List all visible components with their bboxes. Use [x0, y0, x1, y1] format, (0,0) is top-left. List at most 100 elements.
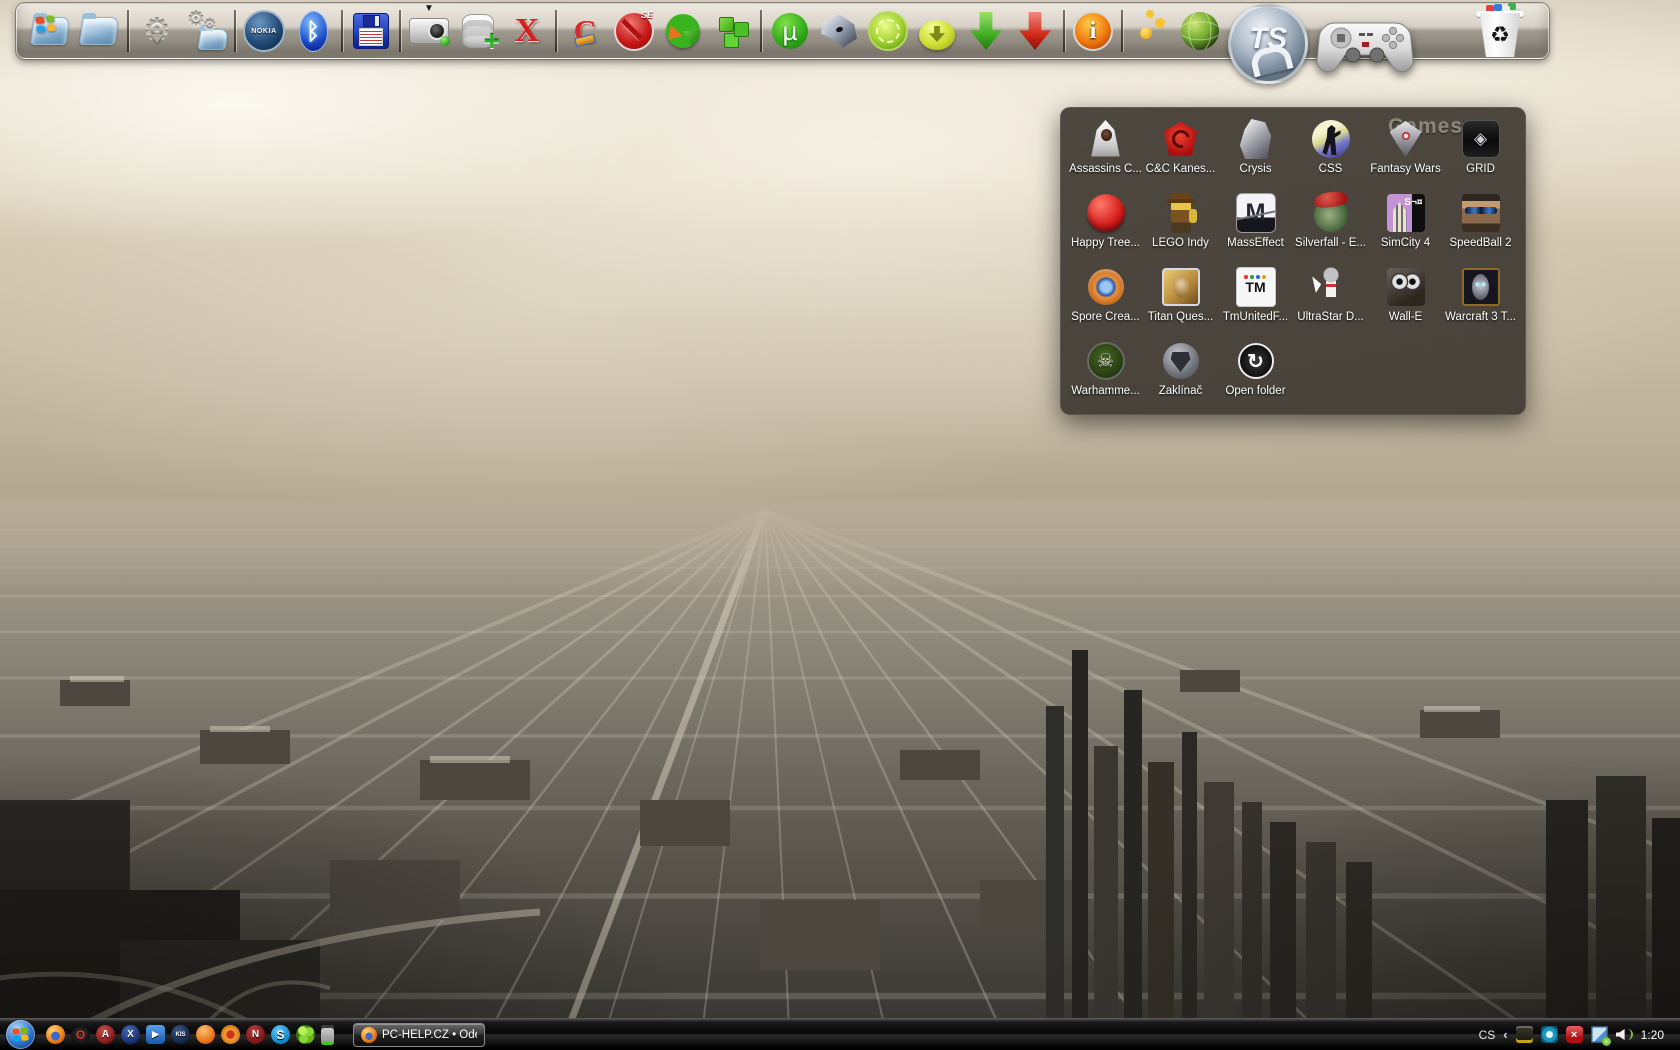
stack-item-titan-quest[interactable]: Titan Ques... [1143, 267, 1218, 341]
info-icon[interactable]: i [1072, 10, 1114, 52]
registry-cubes-icon[interactable] [711, 10, 753, 52]
wolf-p2p-icon[interactable] [818, 10, 860, 52]
silverfall-goblin-icon [1314, 198, 1348, 232]
red-button-icon [1087, 194, 1125, 232]
messenger-dots-icon[interactable] [1130, 10, 1172, 52]
stack-item-spore[interactable]: Spore Crea... [1068, 267, 1143, 341]
language-indicator[interactable]: CS [1479, 1028, 1496, 1042]
skype-icon[interactable]: S [271, 1025, 290, 1044]
tray-webcam-icon[interactable] [1516, 1026, 1533, 1043]
task-button-label: PC-HELP.CZ • Odesl... [382, 1029, 477, 1041]
save-floppy-icon[interactable] [350, 10, 392, 52]
stack-item-label: CSS [1319, 163, 1343, 175]
titan-quest-portrait-icon [1162, 268, 1200, 306]
stack-item-ultrastar[interactable]: UltraStar D... [1293, 267, 1368, 341]
stack-grid: Assassins C... C&C Kanes... Crysis CSS F… [1061, 108, 1525, 421]
clock[interactable]: 1:20 [1641, 1028, 1664, 1042]
stack-item-label: GRID [1466, 163, 1495, 175]
orb-shape [919, 20, 955, 50]
stack-item-label: LEGO Indy [1152, 237, 1209, 249]
speedball-face-icon [1462, 194, 1500, 232]
adaware-icon[interactable] [613, 10, 655, 52]
stack-item-zaklinac[interactable]: Zaklínač [1143, 341, 1218, 415]
firefox-icon[interactable] [46, 1025, 65, 1044]
gamepad-icon[interactable] [1315, 11, 1415, 85]
task-button-pchelp[interactable]: PC-HELP.CZ • Odesl... [353, 1023, 485, 1047]
warcraft3-portrait-icon [1462, 268, 1500, 306]
cubes-shape [719, 17, 734, 32]
opera-icon[interactable]: O [71, 1025, 90, 1044]
stack-item-css[interactable]: CSS [1293, 119, 1368, 193]
utorrent-icon[interactable]: µ [769, 10, 811, 52]
stack-item-warhammer[interactable]: ☠ Warhamme... [1068, 341, 1143, 415]
web-globe-icon[interactable] [1179, 10, 1221, 52]
dock-separator [127, 10, 129, 52]
limewire-icon[interactable] [867, 10, 909, 52]
uninstall-x-icon[interactable]: X [506, 10, 548, 52]
documents-folder-icon[interactable] [78, 10, 120, 52]
system-settings-icon[interactable]: ⚙ ⚙ [185, 10, 227, 52]
stack-item-trackmania[interactable]: TM TmUnitedF... [1218, 267, 1293, 341]
stack-item-warcraft3[interactable]: Warcraft 3 T... [1443, 267, 1518, 341]
tray-antivirus-eye-icon[interactable] [1541, 1026, 1558, 1043]
nero-icon[interactable]: N [246, 1025, 265, 1044]
stack-item-grid[interactable]: ◈ GRID [1443, 119, 1518, 193]
stack-item-label: Spore Crea... [1071, 311, 1139, 323]
spore-creature-icon [1088, 269, 1124, 305]
stack-item-fantasy-wars[interactable]: Fantasy Wars [1368, 119, 1443, 193]
dock-separator [1121, 10, 1123, 52]
walle-robot-icon [1387, 268, 1425, 306]
dock-separator [341, 10, 343, 52]
lime-wheel-shape [868, 11, 908, 51]
nokia-suite-icon[interactable]: NOKIA [243, 10, 285, 52]
stack-item-open-folder[interactable]: ↻ Open folder [1218, 341, 1293, 415]
camera-icon[interactable] [408, 10, 450, 52]
media-player-icon[interactable]: ▶ [146, 1025, 165, 1044]
start-button[interactable] [6, 1020, 35, 1049]
warhammer-skull-icon: ☠ [1087, 342, 1125, 380]
stack-item-assassins-creed[interactable]: Assassins C... [1068, 119, 1143, 193]
strongdc-icon[interactable] [196, 1025, 215, 1044]
down-arrow-icon [150, 34, 164, 50]
stack-item-silverfall[interactable]: Silverfall - E... [1293, 193, 1368, 267]
counter-strike-icon [1312, 120, 1350, 158]
teamspeak-icon[interactable]: TS [1228, 4, 1308, 84]
aimp-icon[interactable]: A [96, 1025, 115, 1044]
stack-item-speedball2[interactable]: SpeedBall 2 [1443, 193, 1518, 267]
stack-item-label: SpeedBall 2 [1449, 237, 1511, 249]
folder-shape [79, 17, 119, 45]
download-green-arrow-icon[interactable] [965, 10, 1007, 52]
installer-gear-icon[interactable]: ⚙ [136, 10, 178, 52]
gear-icon: ⚙ [203, 18, 216, 33]
bluetooth-icon[interactable]: ᛒ [292, 10, 334, 52]
stack-item-crysis[interactable]: Crysis [1218, 119, 1293, 193]
ccleaner-icon[interactable]: C [564, 10, 606, 52]
windows-folder-icon[interactable] [29, 10, 71, 52]
stack-item-label: Wall-E [1389, 311, 1422, 323]
icq-icon[interactable] [296, 1025, 315, 1044]
mobile-phone-icon[interactable] [321, 1025, 334, 1045]
download-orb-icon[interactable] [916, 10, 958, 52]
database-add-icon[interactable] [457, 10, 499, 52]
tray-network-icon[interactable] [1591, 1026, 1608, 1043]
daemon-tools-icon[interactable] [221, 1025, 240, 1044]
stack-item-label: UltraStar D... [1297, 311, 1363, 323]
stack-item-cnc-kanes-wrath[interactable]: C&C Kanes... [1143, 119, 1218, 193]
camera-shape [409, 18, 449, 44]
tray-security-alert-icon[interactable]: × [1566, 1026, 1583, 1043]
xfire-icon[interactable]: X [121, 1025, 140, 1044]
windows-orb-flag-icon [12, 1027, 28, 1041]
recycle-bin-icon[interactable]: ♻ [1474, 3, 1526, 59]
stack-item-masseffect[interactable]: M MassEffect [1218, 193, 1293, 267]
stack-item-lego-indy[interactable]: LEGO Indy [1143, 193, 1218, 267]
download-red-arrow-icon[interactable] [1014, 10, 1056, 52]
witcher-medallion-icon [1163, 343, 1199, 379]
tray-collapse-chevron-icon[interactable]: ‹ [1503, 1027, 1507, 1042]
tray-volume-icon[interactable] [1616, 1026, 1633, 1043]
disk-usage-pie-icon[interactable] [662, 10, 704, 52]
kaspersky-icon[interactable]: KIS [171, 1025, 190, 1044]
stack-item-walle[interactable]: Wall-E [1368, 267, 1443, 341]
stack-item-label: TmUnitedF... [1223, 311, 1288, 323]
stack-item-happy-tree-friends[interactable]: Happy Tree... [1068, 193, 1143, 267]
stack-item-simcity4[interactable]: SimCity 4 [1368, 193, 1443, 267]
